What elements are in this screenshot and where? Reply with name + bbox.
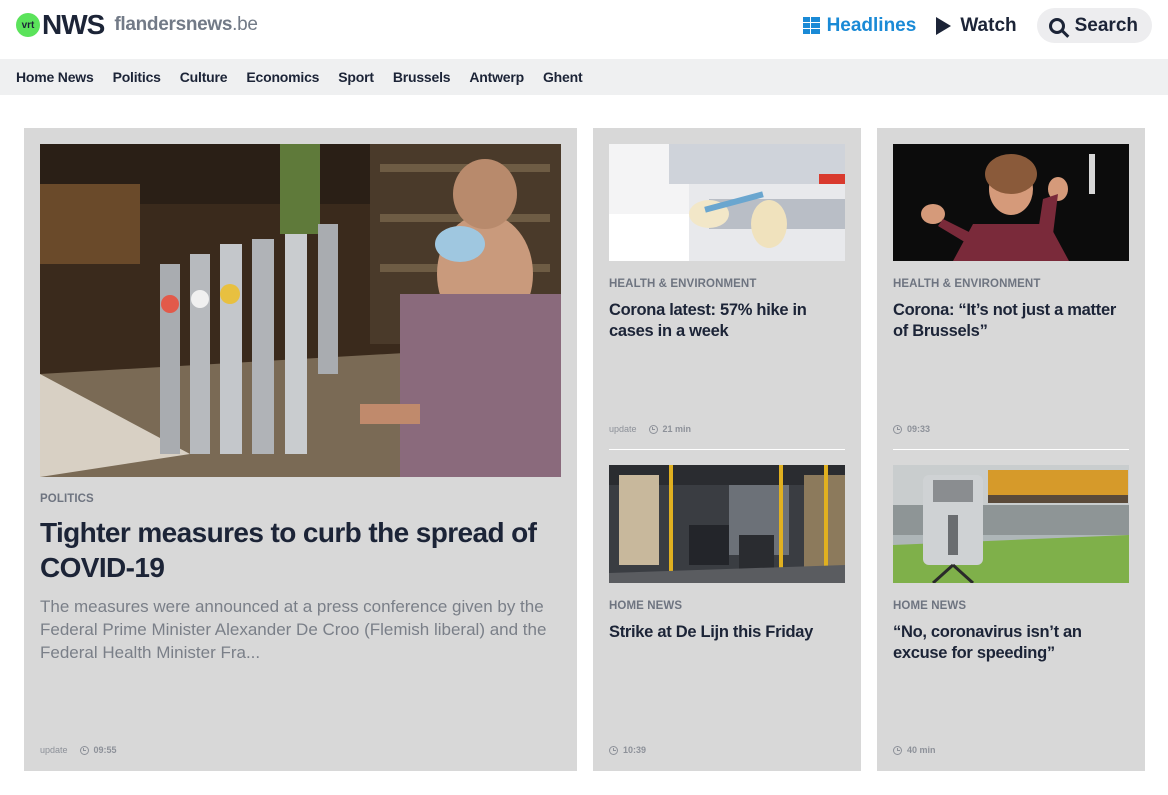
headlines-link[interactable]: Headlines [802,14,917,37]
site-logo[interactable]: vrt NWS flandersnews.be [16,9,258,41]
headlines-grid-icon [802,17,820,34]
main-article-title[interactable]: Tighter measures to curb the spread of C… [40,515,565,585]
article-4-meta: 40 min [893,745,936,755]
search-icon [1048,17,1065,34]
nav-antwerp[interactable]: Antwerp [469,69,524,85]
article-1-image[interactable] [609,144,845,261]
nws-wordmark: NWS [42,9,105,40]
article-2-meta: 09:33 [893,424,930,434]
article-1-meta: update 21 min [609,424,691,434]
article-3-image[interactable] [609,465,845,583]
article-time: 21 min [662,424,692,434]
bus-interior-photo-icon [609,465,845,583]
article-3-title[interactable]: Strike at De Lijn this Friday [609,622,845,643]
clock-icon [893,745,902,755]
update-label: update [40,745,68,755]
nav-ghent[interactable]: Ghent [543,69,583,85]
divider [893,449,1129,450]
main-article-card[interactable]: POLITICS Tighter measures to curb the sp… [24,128,577,771]
main-article-category[interactable]: POLITICS [40,493,94,505]
article-time: 09:33 [907,424,931,434]
top-navigation: Headlines Watch Search [783,8,1152,43]
headlines-label: Headlines [826,14,917,36]
main-article-image[interactable] [40,144,561,477]
play-icon [936,16,952,35]
article-column-3: HEALTH & ENVIRONMENT Corona: “It’s not j… [877,128,1145,771]
article-1-category[interactable]: HEALTH & ENVIRONMENT [609,278,756,290]
article-time: 09:55 [93,745,117,755]
article-2-title[interactable]: Corona: “It’s not just a matter of Bruss… [893,300,1129,342]
clock-icon [609,745,618,755]
watch-link[interactable]: Watch [936,14,1017,37]
article-1-title[interactable]: Corona latest: 57% hike in cases in a we… [609,300,845,342]
site-name: flandersnews.be [114,14,258,36]
article-4-title[interactable]: “No, coronavirus isn’t an excuse for spe… [893,622,1129,664]
update-label: update [609,424,637,434]
minister-speaking-photo-icon [893,144,1129,261]
article-column-2: HEALTH & ENVIRONMENT Corona latest: 57% … [593,128,861,771]
nav-politics[interactable]: Politics [113,69,161,85]
bartender-photo-icon [40,144,561,477]
main-article-meta: update 09:55 [40,745,117,755]
vrt-badge: vrt [16,13,40,37]
section-navigation: Home News Politics Culture Economics Spo… [0,59,1168,95]
divider [609,449,845,450]
article-2-image[interactable] [893,144,1129,261]
article-3-category[interactable]: HOME NEWS [609,600,682,612]
nav-home-news[interactable]: Home News [16,69,94,85]
nav-culture[interactable]: Culture [180,69,228,85]
nav-sport[interactable]: Sport [338,69,374,85]
nav-brussels[interactable]: Brussels [393,69,451,85]
clock-icon [79,745,89,755]
speed-camera-photo-icon [893,465,1129,583]
article-2-category[interactable]: HEALTH & ENVIRONMENT [893,278,1040,290]
lab-test-photo-icon [609,144,845,261]
main-article-summary: The measures were announced at a press c… [40,597,547,662]
article-time: 40 min [907,745,936,755]
site-header: vrt NWS flandersnews.be Headlines Watch … [0,0,1168,59]
article-3-meta: 10:39 [609,745,646,755]
search-label: Search [1074,14,1138,36]
site-name-text: flandersnews [114,14,233,35]
clock-icon [893,424,902,434]
clock-icon [648,424,658,434]
search-button[interactable]: Search [1036,8,1152,43]
article-time: 10:39 [623,745,647,755]
article-4-image[interactable] [893,465,1129,583]
article-4-category[interactable]: HOME NEWS [893,600,966,612]
watch-label: Watch [960,14,1017,36]
nav-economics[interactable]: Economics [246,69,319,85]
site-tld: .be [232,14,258,35]
